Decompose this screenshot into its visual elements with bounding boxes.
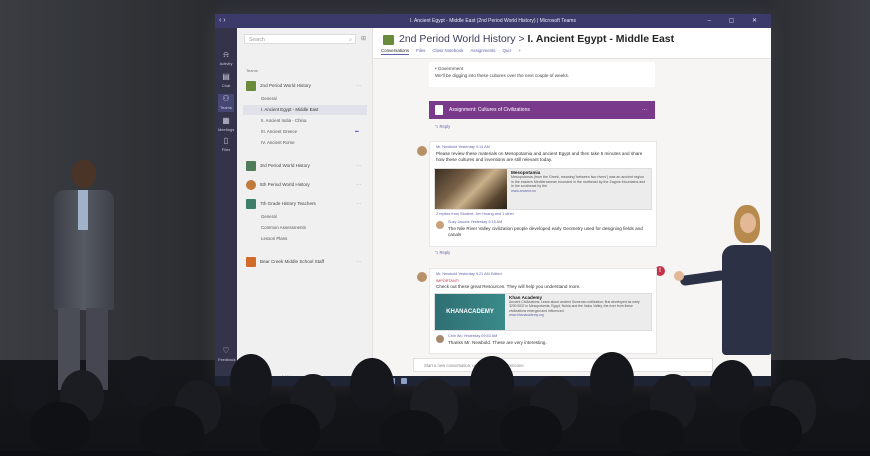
team-item[interactable]: 7th Grade History Teachers ··· [243,197,367,211]
assignment-card[interactable]: Assignment: Cultures of Civilizations ··… [429,101,655,119]
replies-summary[interactable]: 2 replies from Student, Jen Huang and 1 … [436,211,514,218]
reply-button[interactable]: ⮌ Reply [435,124,450,131]
channel-item[interactable]: Common Assessments [243,223,367,233]
team-avatar [246,180,256,190]
arrow-icon: ⬅ [354,129,359,135]
team-item[interactable]: 2nd Period World History ··· [243,79,367,93]
team-avatar [246,199,256,209]
preview-image [435,169,507,209]
team-item[interactable]: Bear Creek Middle School Staff ··· [243,255,367,269]
channel-item[interactable]: IV. Ancient Rome [243,138,367,148]
team-avatar [246,257,256,267]
teams-list-pane: Search ⌕ ⊞ Teams 2nd Period World History… [237,28,373,386]
app-rail: ⍾ Activity ▤ Chat ⚇ Teams ▦ Meetings ▯ Files … [215,28,237,386]
message-post: Mr. Newbold Yesterday 9:14 AM Please rev… [429,141,657,247]
channel-item-selected[interactable]: I. Ancient Egypt - Middle East [243,105,367,115]
more-options-icon[interactable]: ··· [356,178,361,192]
channel-item[interactable]: General [243,94,367,104]
more-options-icon[interactable]: ··· [356,197,361,211]
tab-assignments[interactable]: Assignments [470,48,495,53]
rail-files[interactable]: ▯ Files [218,136,234,154]
rail-chat[interactable]: ▤ Chat [218,72,234,90]
bell-icon: ⍾ [223,50,229,59]
team-item[interactable]: 5th Period World History ··· [243,178,367,192]
search-icon: ⌕ [349,37,352,43]
teams-icon: ⚇ [222,94,230,103]
page-title: 2nd Period World History > I. Ancient Eg… [399,33,675,45]
rail-activity[interactable]: ⍾ Activity [218,50,234,68]
more-options-icon[interactable]: ··· [642,101,647,119]
team-avatar [383,35,394,45]
title-bar: ‹ › I. Ancient Egypt - Middle East (2nd … [215,14,771,28]
channel-item[interactable]: Lesson Plans [243,234,367,244]
channel-item[interactable]: II. Ancient India - China [243,116,367,126]
khan-academy-logo: KHANACADEMY [435,294,505,330]
search-input[interactable]: Search ⌕ [244,34,356,44]
window-controls-icon[interactable]: – ▢ ✕ [708,14,765,28]
file-icon: ▯ [223,136,229,145]
tab-files[interactable]: Files [416,48,425,53]
tab-quiz[interactable]: Quiz [503,48,512,53]
avatar [417,146,427,156]
message-body: • Government We'll be digging into these… [429,62,655,87]
rail-teams[interactable]: ⚇ Teams [218,94,234,112]
channel-header: 2nd Period World History > I. Ancient Eg… [373,28,771,59]
team-avatar [246,81,256,91]
audience [0,340,870,456]
channel-tabs: Conversations Files Class Notebook Assignme… [381,48,528,55]
stage-wall-right [770,0,870,360]
more-options-icon[interactable]: ··· [356,79,361,93]
filter-icon[interactable]: ⊞ [361,35,366,42]
avatar [436,221,444,229]
window-title: I. Ancient Egypt - Middle East (2nd Peri… [410,18,576,24]
more-options-icon[interactable]: ··· [356,159,361,173]
rail-meetings[interactable]: ▦ Meetings [218,116,234,134]
projected-screen: ‹ › I. Ancient Egypt - Middle East (2nd … [215,14,771,386]
team-avatar [246,161,256,171]
channel-item[interactable]: General [243,212,367,222]
tab-conversations[interactable]: Conversations [381,48,410,55]
channel-item[interactable]: III. Ancient Greece ⬅ [243,127,367,137]
link-preview-card[interactable]: Mesopotamia Mesopotamia (from the Greek,… [434,168,652,210]
link-preview-card[interactable]: KHANACADEMY Khan Academy Ancient Civiliz… [434,293,652,331]
chat-icon: ▤ [222,72,230,81]
teams-section-label: Teams [246,68,258,73]
add-tab-button[interactable]: + [519,48,522,53]
reply-button[interactable]: ⮌ Reply [435,250,450,257]
tab-class-notebook[interactable]: Class Notebook [432,48,463,53]
assignment-icon [435,105,443,115]
more-options-icon[interactable]: ··· [356,255,361,269]
calendar-icon: ▦ [222,116,230,125]
avatar [417,272,427,282]
team-item[interactable]: 3rd Period World History ··· [243,159,367,173]
